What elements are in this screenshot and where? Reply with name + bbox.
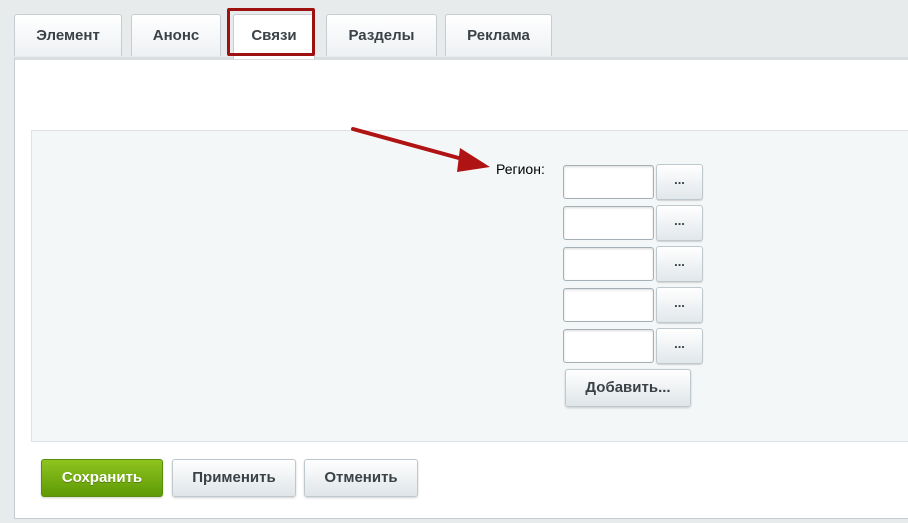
region-label: Регион:	[496, 161, 545, 177]
region-picker-button-3[interactable]: ...	[656, 246, 703, 282]
region-picker-button-1[interactable]: ...	[656, 164, 703, 200]
form-area	[31, 130, 908, 442]
add-region-button[interactable]: Добавить...	[565, 369, 691, 407]
region-input-4[interactable]	[563, 288, 654, 322]
tab-advertising[interactable]: Реклама	[445, 14, 552, 56]
region-input-3[interactable]	[563, 247, 654, 281]
tab-announce[interactable]: Анонс	[131, 14, 221, 56]
region-input-1[interactable]	[563, 165, 654, 199]
cancel-button[interactable]: Отменить	[304, 459, 418, 497]
tab-element[interactable]: Элемент	[14, 14, 122, 56]
region-picker-button-2[interactable]: ...	[656, 205, 703, 241]
apply-button[interactable]: Применить	[172, 459, 296, 497]
save-button[interactable]: Сохранить	[41, 459, 163, 497]
region-picker-button-4[interactable]: ...	[656, 287, 703, 323]
region-picker-button-5[interactable]: ...	[656, 328, 703, 364]
region-input-5[interactable]	[563, 329, 654, 363]
tab-links[interactable]: Связи	[233, 14, 315, 59]
region-input-2[interactable]	[563, 206, 654, 240]
tab-sections[interactable]: Разделы	[326, 14, 437, 56]
